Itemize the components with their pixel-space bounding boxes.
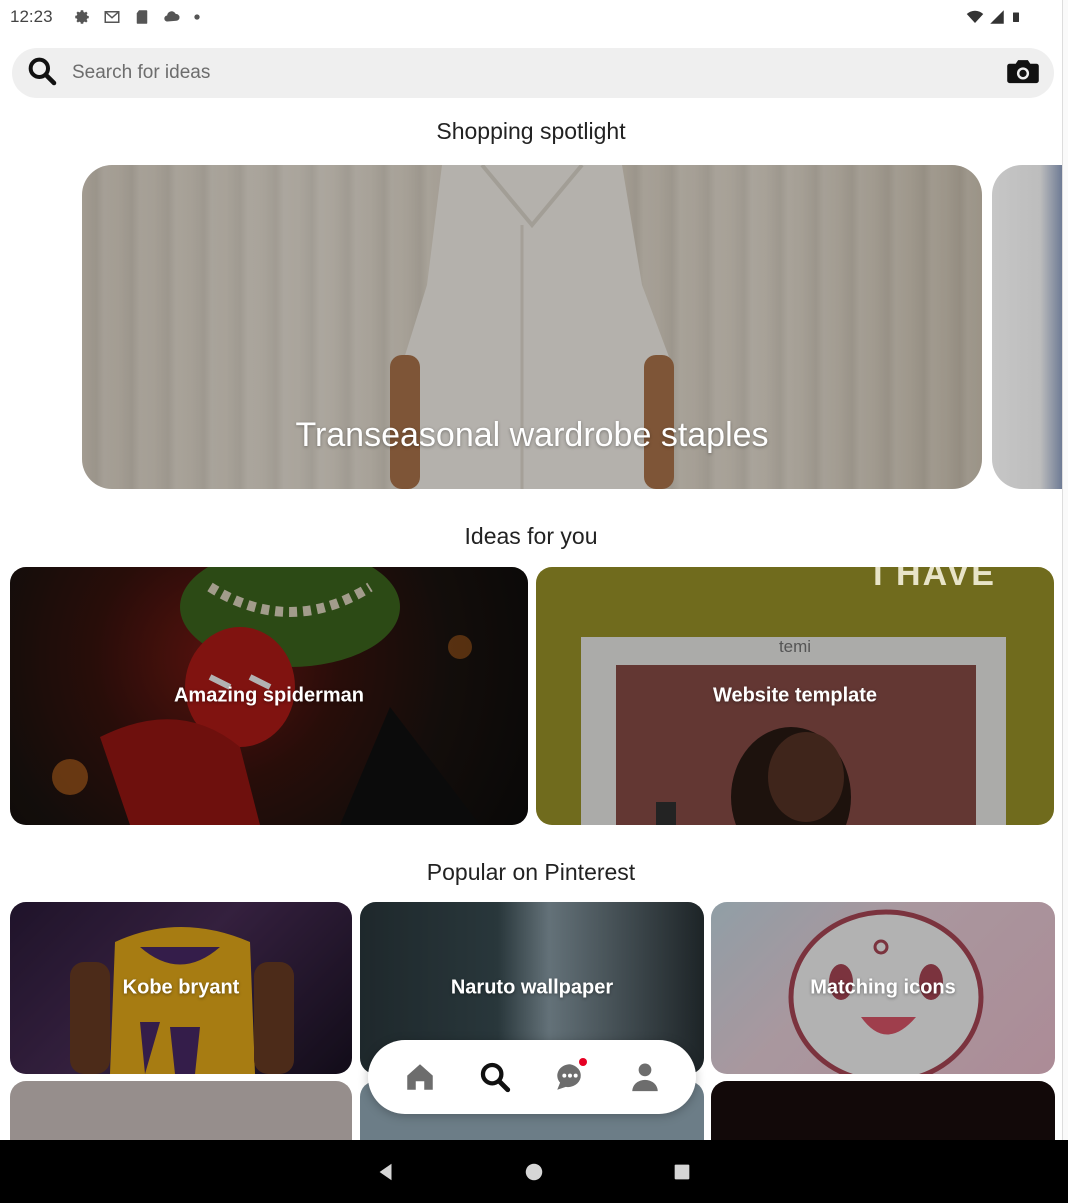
popular-card-partial[interactable] (711, 1081, 1055, 1141)
tab-search[interactable] (470, 1052, 520, 1102)
status-bar: 12:23 (0, 0, 1062, 34)
dot-icon (193, 14, 200, 20)
settings-icon (74, 10, 89, 24)
profile-icon (631, 1063, 658, 1092)
back-icon[interactable] (375, 1161, 397, 1183)
signal-icon (990, 10, 1004, 24)
battery-icon (1013, 12, 1019, 22)
popular-card-label: Kobe bryant (122, 976, 240, 999)
image-overlay (10, 1081, 352, 1141)
popular-heading: Popular on Pinterest (426, 859, 636, 885)
tab-profile[interactable] (620, 1052, 670, 1102)
scroll-edge (1062, 0, 1068, 1140)
shopping-spotlight-card[interactable]: Transeasonal wardrobe staples (82, 165, 982, 489)
notification-dot (578, 1058, 587, 1066)
home-icon (406, 1064, 433, 1090)
popular-card-label: Matching icons (810, 976, 956, 999)
search-bar[interactable] (12, 48, 1054, 98)
idea-card-label: Amazing spiderman (173, 684, 365, 707)
tab-messages[interactable] (545, 1052, 595, 1102)
wifi-icon (966, 10, 984, 23)
search-input[interactable] (72, 62, 1006, 84)
idea-card-spiderman[interactable]: Amazing spiderman (10, 567, 528, 825)
popular-card-label: Naruto wallpaper (450, 976, 614, 999)
search-icon (480, 1062, 510, 1093)
popular-card-partial[interactable] (10, 1081, 352, 1141)
image-text-brand: temi (778, 637, 812, 656)
next-spotlight-card[interactable] (992, 165, 1068, 489)
sd-card-icon (136, 10, 147, 24)
bottom-tab-bar (368, 1040, 696, 1114)
image-text-top: I HAVE (873, 567, 996, 593)
tab-home[interactable] (395, 1052, 445, 1102)
popular-card-matching-icons[interactable]: Matching icons (711, 902, 1055, 1074)
image-overlay (711, 1081, 1055, 1141)
ideas-for-you-heading: Ideas for you (464, 523, 598, 549)
system-navigation-bar (0, 1140, 1068, 1203)
popular-card-kobe[interactable]: Kobe bryant (10, 902, 352, 1074)
home-circle-icon[interactable] (523, 1161, 545, 1183)
pinterest-search-screen: 12:23 Shopping spotlight (0, 0, 1068, 1203)
camera-icon[interactable] (1006, 56, 1040, 91)
cloud-icon (163, 11, 180, 22)
search-icon (26, 55, 58, 92)
recents-icon[interactable] (671, 1161, 693, 1183)
shopping-spotlight-heading: Shopping spotlight (436, 118, 626, 144)
gmail-icon (104, 11, 120, 23)
status-time: 12:23 (10, 7, 53, 26)
idea-card-website-template[interactable]: I HAVE temi Website template (536, 567, 1054, 825)
spotlight-card-title: Transeasonal wardrobe staples (295, 416, 769, 454)
idea-card-label: Website template (712, 684, 878, 707)
